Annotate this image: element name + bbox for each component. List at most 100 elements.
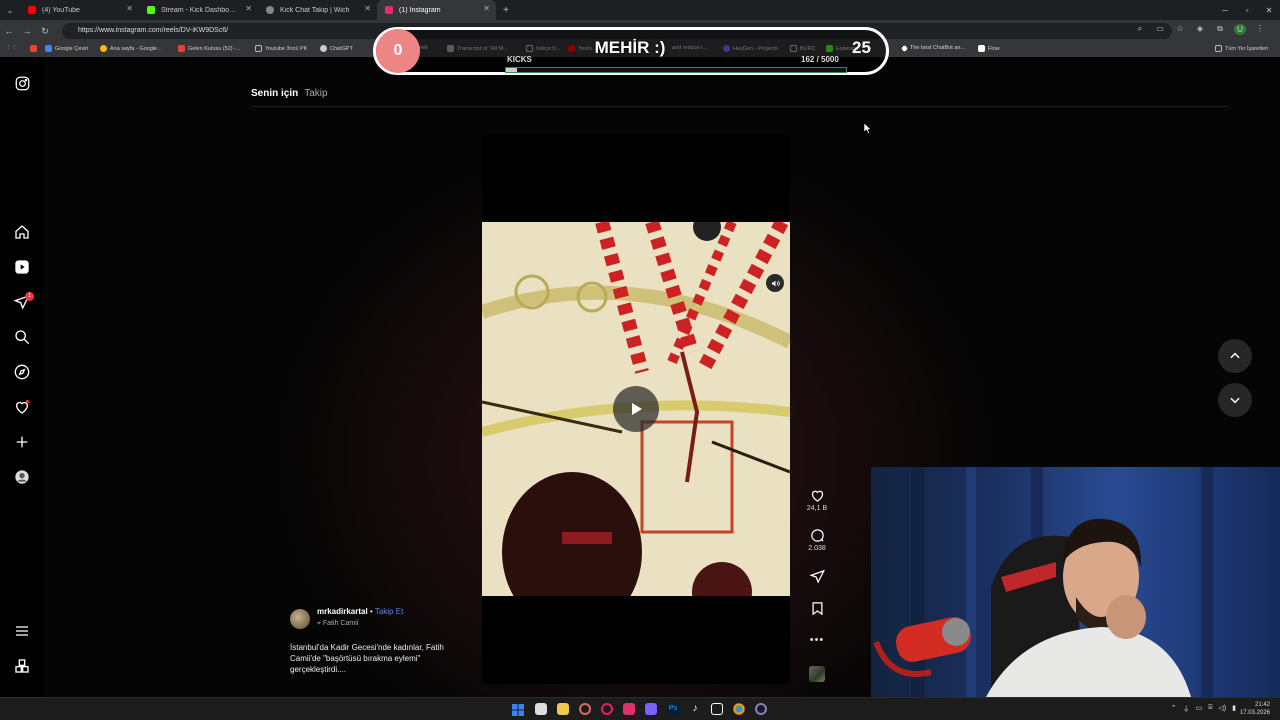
file-explorer-icon[interactable]: [557, 703, 569, 715]
close-tab-icon[interactable]: ✕: [126, 4, 133, 13]
volume-tray-icon[interactable]: ◁): [1218, 704, 1226, 714]
google-icon: [100, 45, 107, 52]
url-text: https://www.instagram.com/reels/DV-iKW9D…: [78, 27, 229, 34]
reels-icon[interactable]: [13, 258, 31, 276]
next-reel-button[interactable]: [1218, 383, 1252, 417]
menu-icon[interactable]: ⋮: [1254, 24, 1266, 35]
explore-icon[interactable]: [13, 363, 31, 381]
mouse-cursor-icon: [864, 123, 872, 134]
bookmark-item[interactable]: Gelen Kutusu (52) -...: [178, 45, 241, 52]
location-pin-icon: ⌖: [317, 620, 321, 627]
bookmark-star-icon[interactable]: ☆: [1174, 24, 1186, 35]
play-icon[interactable]: [613, 386, 659, 432]
instagram-logo-icon[interactable]: [13, 74, 31, 92]
obs-icon[interactable]: [755, 703, 767, 715]
reload-icon[interactable]: ↻: [36, 26, 54, 37]
author-username[interactable]: mrkadirkartal: [317, 607, 368, 616]
photoshop-icon[interactable]: Ps: [667, 703, 679, 715]
heart-icon: [811, 490, 823, 502]
volume-icon[interactable]: [766, 274, 784, 292]
previous-reel-button[interactable]: [1218, 339, 1252, 373]
tab-search-icon[interactable]: ⌄: [0, 6, 20, 15]
bookmark-icon: [812, 602, 822, 616]
reel-caption[interactable]: İstanbul'da Kadir Gecesi'nde kadınlar, F…: [290, 642, 470, 675]
tiktok-icon[interactable]: ♪: [689, 703, 701, 715]
audio-thumbnail[interactable]: [809, 666, 825, 682]
apps-icon[interactable]: ⋮⋮: [6, 45, 17, 51]
close-tab-icon[interactable]: ✕: [245, 4, 252, 13]
bookmark-item[interactable]: Ana sayfa - Google...: [100, 45, 162, 52]
opera-icon[interactable]: [601, 703, 613, 715]
share-button[interactable]: [803, 569, 831, 586]
overlay-right-counter: 25: [852, 38, 871, 57]
task-view-icon[interactable]: [535, 703, 547, 715]
bookmark-item[interactable]: Google Çeviri: [45, 45, 88, 52]
tab-kick-chat[interactable]: Kick Chat Takip | Wich ✕: [258, 0, 377, 20]
all-bookmarks[interactable]: Tüm Yer İşaretleri: [1215, 45, 1268, 52]
location[interactable]: ⌖ Fatih Camii: [317, 620, 358, 628]
youtube-icon: [28, 6, 36, 14]
discord-icon[interactable]: [645, 703, 657, 715]
install-app-icon[interactable]: ▭: [1154, 24, 1166, 35]
translate-icon: [45, 45, 52, 52]
more-options-button[interactable]: •••: [803, 634, 831, 646]
chrome-alt-icon[interactable]: [579, 703, 591, 715]
tab-youtube[interactable]: (4) YouTube ✕: [20, 0, 139, 20]
bookmark-item[interactable]: Flow: [978, 45, 1000, 52]
author-avatar[interactable]: [290, 609, 310, 629]
search-icon[interactable]: [13, 328, 31, 346]
display-icon[interactable]: ▭: [1196, 704, 1203, 714]
close-tab-icon[interactable]: ✕: [483, 4, 490, 13]
back-icon[interactable]: ←: [0, 26, 18, 36]
restore-icon[interactable]: ▫: [1236, 6, 1258, 15]
chevron-down-icon: [1230, 397, 1240, 404]
like-button[interactable]: 24,1 B: [803, 488, 831, 512]
microphone-icon[interactable]: ⏚: [1183, 704, 1190, 714]
more-menu-icon[interactable]: [13, 622, 31, 640]
kick-icon: [147, 6, 155, 14]
network-icon[interactable]: ⌸: [1208, 704, 1212, 714]
close-window-icon[interactable]: ✕: [1258, 6, 1280, 15]
zoom-icon[interactable]: ⌕: [1134, 24, 1146, 35]
minimize-icon[interactable]: ─: [1214, 6, 1236, 15]
comment-button[interactable]: 2.038: [803, 528, 831, 552]
clock[interactable]: 21:42 17.03.2026: [1240, 701, 1270, 717]
save-button[interactable]: [803, 601, 831, 618]
capcut-icon[interactable]: [711, 703, 723, 715]
chatbot-icon: [900, 44, 909, 52]
bookmark-item[interactable]: ChatGPT: [320, 45, 353, 52]
start-icon[interactable]: [512, 703, 524, 716]
chrome-icon[interactable]: [733, 703, 745, 715]
create-icon[interactable]: [13, 433, 31, 451]
close-tab-icon[interactable]: ✕: [364, 4, 371, 13]
tab-for-you[interactable]: Senin için: [251, 88, 298, 99]
profile-icon[interactable]: [13, 468, 31, 486]
extension-icon[interactable]: ◈: [1194, 24, 1206, 35]
home-icon[interactable]: [13, 223, 31, 241]
folder-icon: [1215, 45, 1222, 52]
overlay-left-counter: 0: [376, 29, 420, 73]
forward-icon[interactable]: →: [18, 26, 36, 36]
new-tab-icon[interactable]: +: [496, 5, 516, 16]
flow-icon: [978, 45, 985, 52]
tab-title: (4) YouTube: [42, 6, 80, 14]
tab-title: (1) Instagram: [399, 6, 441, 14]
follow-button[interactable]: Takip Et: [375, 607, 403, 616]
battery-icon[interactable]: ▮: [1232, 704, 1236, 714]
also-from-meta-icon[interactable]: [13, 657, 31, 675]
notifications-heart-icon[interactable]: [13, 398, 31, 416]
bookmark-item[interactable]: Youtube 3ncü PK: [255, 45, 307, 52]
bookmark-favicon: [30, 45, 37, 52]
tray-overflow-icon[interactable]: ⌃: [1171, 704, 1177, 714]
profile-avatar[interactable]: U: [1234, 24, 1246, 35]
tab-kick-dashboard[interactable]: Stream - Kick Dashboard ✕: [139, 0, 258, 20]
bookmark-item[interactable]: [30, 45, 37, 52]
overlay-title: MEHİR :): [594, 38, 666, 57]
tab-title: Stream - Kick Dashboard: [161, 6, 239, 14]
comment-count: 2.038: [808, 545, 826, 552]
tab-instagram[interactable]: (1) Instagram ✕: [377, 0, 496, 20]
instagram-app-icon[interactable]: [623, 703, 635, 715]
puzzle-icon[interactable]: ⧉: [1214, 24, 1226, 35]
tab-following[interactable]: Takip: [304, 88, 327, 99]
bookmark-item[interactable]: The best ChatBot an...: [900, 44, 965, 52]
